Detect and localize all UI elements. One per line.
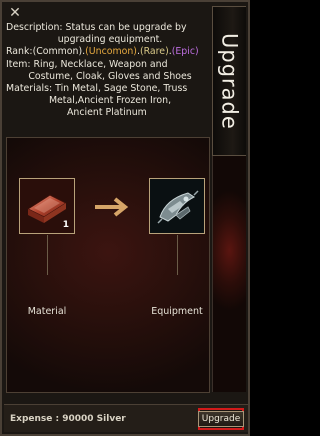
item-line1: Ring, Necklace, Weapon and xyxy=(33,58,168,70)
armor-piece-icon xyxy=(150,179,204,233)
close-button[interactable]: ✕ xyxy=(7,5,23,21)
description-line1: Status can be upgrade by xyxy=(65,22,187,33)
footer-bar: Expense : 90000 Silver Upgrade xyxy=(4,404,248,432)
materials-label: Materials: xyxy=(6,83,53,95)
description-label: Description: xyxy=(6,22,63,33)
rank-label: Rank: xyxy=(6,46,33,58)
material-slot[interactable]: 1 xyxy=(19,178,75,234)
description-text: Description: Status can be upgrade by up… xyxy=(6,22,214,120)
arrow-right-icon xyxy=(95,197,129,217)
description-line2: upgrading equipment. xyxy=(57,34,163,46)
decorative-side-rail xyxy=(212,156,246,392)
rank-uncommon: (Uncomon) xyxy=(85,46,137,58)
rank-rare: (Rare) xyxy=(139,46,169,58)
rank-epic: (Epic) xyxy=(171,46,199,58)
equipment-connector-line xyxy=(177,235,178,275)
item-label: Item: xyxy=(6,58,31,70)
material-label: Material xyxy=(27,306,67,317)
upgrade-panel: 1 Material Equipment xyxy=(6,137,210,393)
materials-line1: Tin Metal, Sage Stone, Truss xyxy=(55,83,188,95)
window-title-tab: Upgrade xyxy=(212,6,246,156)
window-title: Upgrade xyxy=(217,32,242,130)
item-line2: Costume, Cloak, Gloves and Shoes xyxy=(28,70,192,82)
materials-line2: Metal,Ancient Frozen Iron, xyxy=(48,95,172,107)
upgrade-button-highlight[interactable]: Upgrade xyxy=(197,408,245,430)
material-quantity: 1 xyxy=(62,220,69,230)
upgrade-button[interactable]: Upgrade xyxy=(197,411,245,427)
upgrade-window: ✕ Upgrade Description: Status can be upg… xyxy=(0,0,250,436)
material-connector-line xyxy=(47,235,48,275)
equipment-slot[interactable] xyxy=(149,178,205,234)
expense-text: Expense : 90000 Silver xyxy=(10,414,126,424)
materials-line3: Ancient Platinum xyxy=(67,107,147,119)
rank-common: (Common) xyxy=(32,46,83,58)
equipment-label: Equipment xyxy=(151,306,203,317)
